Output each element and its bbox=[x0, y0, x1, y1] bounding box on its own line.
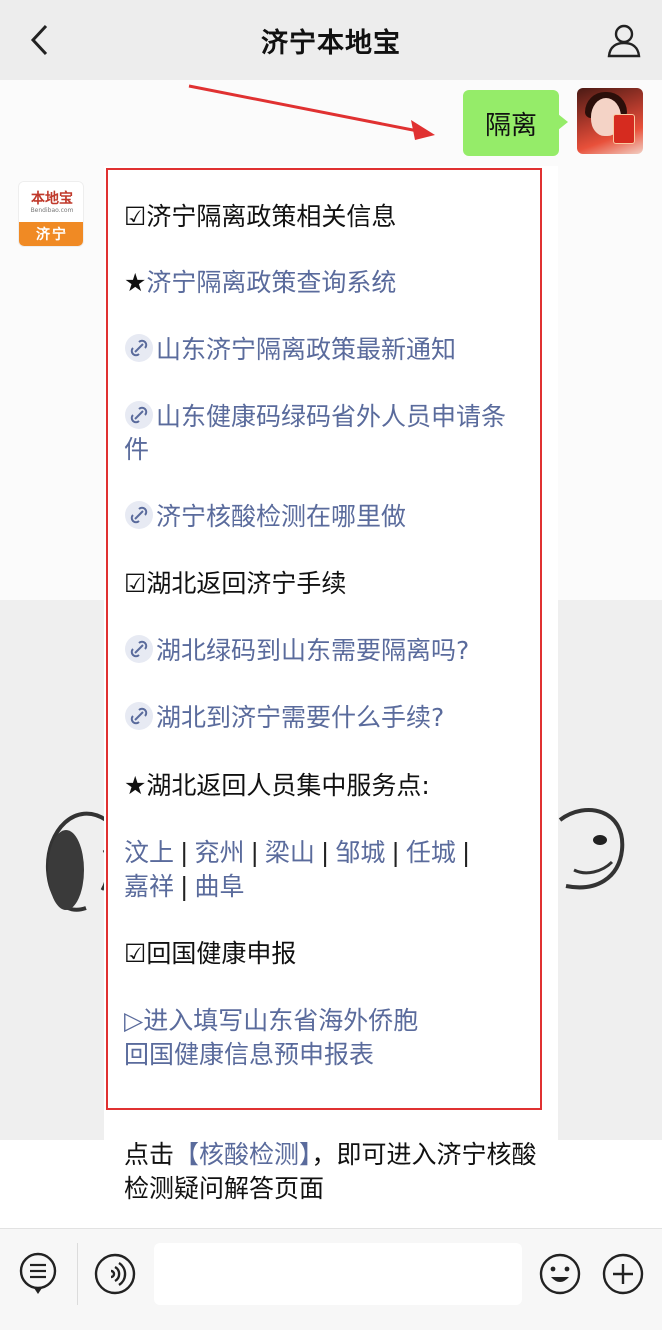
menu-icon bbox=[19, 1252, 57, 1294]
voice-button[interactable] bbox=[93, 1252, 137, 1296]
section-heading-policy: ☑济宁隔离政策相关信息 bbox=[124, 202, 397, 231]
hubei-quarantine-link-row[interactable]: 湖北绿码到山东需要隔离吗? bbox=[124, 634, 524, 667]
avatar-site-text: Bendibao.com bbox=[30, 207, 74, 214]
service-point-link[interactable]: 邹城 bbox=[335, 838, 385, 867]
nat-test-link-row[interactable]: 济宁核酸检测在哪里做 bbox=[124, 500, 524, 533]
star-icon: ★ bbox=[124, 268, 147, 297]
service-point-link[interactable]: 汶上 bbox=[124, 838, 174, 867]
link-icon bbox=[125, 334, 153, 362]
message-input[interactable] bbox=[154, 1243, 522, 1305]
more-button[interactable] bbox=[601, 1252, 645, 1296]
section-heading-hubei: ☑湖北返回济宁手续 bbox=[124, 569, 347, 598]
section-heading-return-health: ☑回国健康申报 bbox=[124, 939, 297, 968]
bot-avatar[interactable]: 本地宝 Bendibao.com 济宁 bbox=[18, 181, 84, 247]
avatar-city-text: 济宁 bbox=[19, 222, 83, 246]
link-icon bbox=[125, 501, 153, 529]
health-code-link-row[interactable]: 山东健康码绿码省外人员申请条件 bbox=[124, 400, 524, 466]
service-point-link[interactable]: 兖州 bbox=[194, 838, 244, 867]
service-point-link[interactable]: 梁山 bbox=[265, 838, 315, 867]
annotation-arrow bbox=[188, 84, 435, 140]
person-icon bbox=[607, 24, 641, 58]
link-icon bbox=[125, 401, 153, 429]
policy-query-link[interactable]: 济宁隔离政策查询系统 bbox=[146, 268, 396, 297]
latest-notice-link-row[interactable]: 山东济宁隔离政策最新通知 bbox=[124, 333, 524, 366]
hubei-procedure-link[interactable]: 湖北到济宁需要什么手续? bbox=[156, 703, 444, 732]
hubei-quarantine-link[interactable]: 湖北绿码到山东需要隔离吗? bbox=[156, 636, 469, 665]
page-title: 济宁本地宝 bbox=[261, 27, 401, 59]
service-points-row-2: 嘉祥 | 曲阜 bbox=[124, 872, 245, 901]
health-declaration-link[interactable]: ▷进入填写山东省海外侨胞 bbox=[124, 1004, 524, 1037]
back-button[interactable] bbox=[20, 20, 60, 60]
policy-query-link-row[interactable]: ★济宁隔离政策查询系统 bbox=[124, 266, 524, 299]
link-icon bbox=[125, 635, 153, 663]
health-code-link[interactable]: 山东健康码绿码省外人员申请条件 bbox=[124, 402, 506, 464]
plus-circle-icon bbox=[602, 1253, 644, 1295]
health-declaration-link-cont[interactable]: 回国健康信息预申报表 bbox=[124, 1038, 524, 1071]
service-point-link[interactable]: 嘉祥 bbox=[124, 872, 174, 901]
voice-icon bbox=[94, 1253, 136, 1295]
service-point-link[interactable]: 任城 bbox=[406, 838, 456, 867]
chevron-left-icon bbox=[30, 24, 48, 56]
profile-button[interactable] bbox=[604, 20, 644, 60]
nat-test-keyword[interactable]: 【核酸检测】 bbox=[174, 1140, 312, 1169]
service-point-link[interactable]: 曲阜 bbox=[194, 872, 244, 901]
latest-notice-link[interactable]: 山东济宁隔离政策最新通知 bbox=[156, 335, 456, 364]
chat-input-bar bbox=[0, 1228, 662, 1330]
section-heading-service-points: ★湖北返回人员集中服务点: bbox=[124, 771, 430, 800]
followup-message: 点击【核酸检测】，即可进入济宁核酸检测疑问解答页面 bbox=[124, 1140, 537, 1203]
service-points-row-1: 汶上 | 兖州 | 梁山 | 邹城 | 任城 | bbox=[124, 838, 471, 867]
link-icon bbox=[125, 702, 153, 730]
emoji-button[interactable] bbox=[538, 1252, 582, 1296]
hubei-procedure-link-row[interactable]: 湖北到济宁需要什么手续? bbox=[124, 701, 524, 734]
avatar-brand-text: 本地宝 bbox=[31, 191, 73, 207]
emoji-icon bbox=[539, 1253, 581, 1295]
user-avatar[interactable] bbox=[577, 88, 643, 154]
nat-test-link[interactable]: 济宁核酸检测在哪里做 bbox=[156, 502, 406, 531]
top-nav-bar: 济宁本地宝 bbox=[0, 0, 662, 80]
menu-button[interactable] bbox=[16, 1252, 60, 1296]
sent-message-bubble[interactable]: 隔离 bbox=[463, 90, 568, 156]
sticker-face-right bbox=[558, 808, 625, 890]
